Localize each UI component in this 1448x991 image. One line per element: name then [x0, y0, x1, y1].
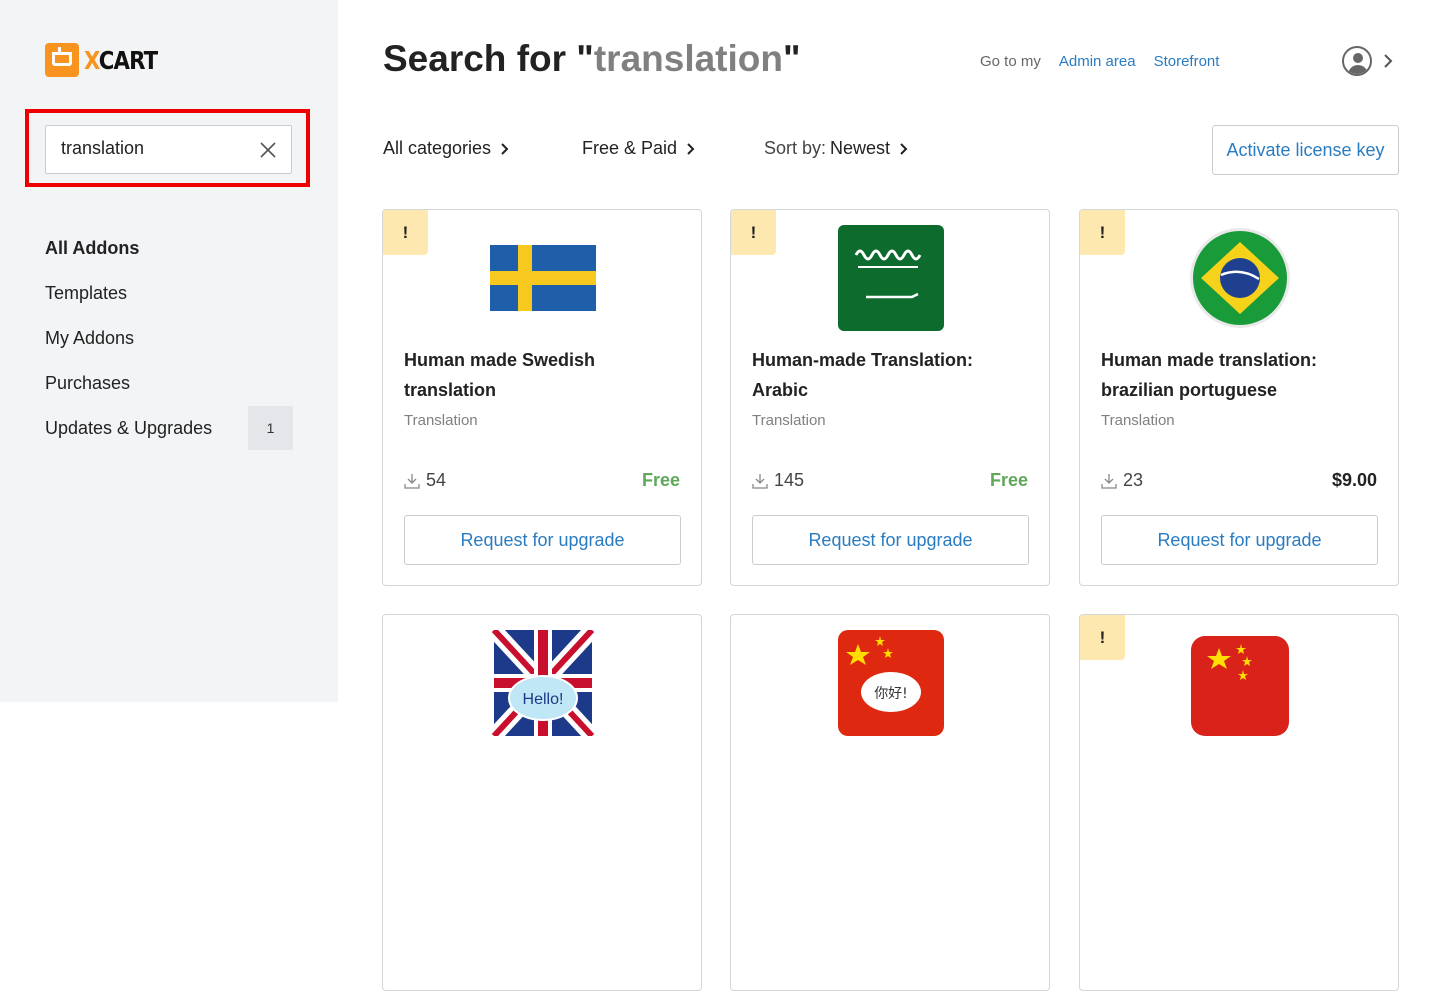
addon-card-chinese[interactable]: 你好!: [730, 614, 1050, 991]
categories-filter[interactable]: All categories: [383, 138, 510, 159]
warning-badge: !: [1080, 615, 1125, 660]
sidebar-nav: All Addons Templates My Addons Purchases…: [45, 226, 293, 451]
cart-logo-icon: [45, 43, 79, 77]
sidebar-item-all-addons[interactable]: All Addons: [45, 226, 293, 271]
sidebar-item-label: Updates & Upgrades: [45, 418, 213, 438]
addon-price: Free: [641, 470, 680, 490]
addon-card-brazilian-portuguese[interactable]: ! Human made translation: brazilian port…: [1079, 209, 1399, 586]
go-to-label: Go to my: [980, 53, 1041, 70]
search-input[interactable]: [61, 138, 241, 159]
chevron-right-icon[interactable]: [1381, 52, 1395, 70]
sidebar-item-templates[interactable]: Templates: [45, 271, 293, 316]
sort-filter[interactable]: Sort by: Newest: [764, 138, 909, 159]
svg-text:Hello!: Hello!: [523, 691, 564, 708]
warning-badge: !: [383, 210, 428, 255]
user-avatar-icon[interactable]: [1342, 46, 1372, 76]
search-box[interactable]: [45, 125, 292, 174]
updates-count-badge: 1: [248, 406, 293, 450]
warning-badge: !: [731, 210, 776, 255]
addon-card-english[interactable]: Hello!: [382, 614, 702, 991]
download-icon: [752, 473, 768, 489]
download-icon: [404, 473, 420, 489]
sidebar-item-label: Purchases: [45, 373, 131, 393]
page-title: Search for "translation": [383, 38, 801, 79]
xcart-logo[interactable]: XCART: [45, 43, 170, 77]
chevron-right-icon: [900, 142, 908, 155]
china-flag-icon: [1191, 636, 1289, 736]
sweden-flag-icon: [490, 245, 596, 311]
addon-category: Translation: [752, 412, 826, 429]
request-upgrade-button[interactable]: Request for upgrade: [752, 515, 1029, 565]
request-upgrade-button[interactable]: Request for upgrade: [1101, 515, 1378, 565]
brazil-flag-icon: [1190, 228, 1290, 328]
sidebar-item-label: Templates: [45, 283, 128, 303]
request-upgrade-button[interactable]: Request for upgrade: [404, 515, 681, 565]
china-flag-nihao-icon: 你好!: [838, 630, 944, 736]
clear-search-icon[interactable]: [259, 141, 277, 159]
addon-price: Free: [989, 470, 1028, 490]
warning-badge: !: [1080, 210, 1125, 255]
chevron-right-icon: [687, 142, 695, 155]
addon-card-swedish[interactable]: ! Human made Swedish translation Transla…: [382, 209, 702, 586]
sidebar-item-my-addons[interactable]: My Addons: [45, 316, 293, 361]
sidebar-item-label: My Addons: [45, 328, 135, 348]
addon-name[interactable]: Human-made Translation: Arabic: [752, 345, 1032, 405]
admin-area-link[interactable]: Admin area: [1059, 53, 1136, 70]
sidebar-item-label: All Addons: [45, 238, 140, 258]
download-count: 145: [752, 470, 804, 491]
svg-text:你好!: 你好!: [874, 686, 908, 702]
chevron-right-icon: [501, 142, 509, 155]
uk-flag-hello-icon: Hello!: [490, 630, 596, 736]
logo-text: XCART: [84, 45, 158, 75]
download-count: 23: [1101, 470, 1143, 491]
storefront-link[interactable]: Storefront: [1154, 53, 1220, 70]
addon-category: Translation: [404, 412, 478, 429]
addon-price: $9.00: [1331, 470, 1377, 490]
download-icon: [1101, 473, 1117, 489]
addon-name[interactable]: Human made translation: brazilian portug…: [1101, 345, 1381, 405]
pricing-filter[interactable]: Free & Paid: [582, 138, 696, 159]
sidebar-item-purchases[interactable]: Purchases: [45, 361, 293, 406]
addon-card-arabic[interactable]: ! Human-made Translation: Arabic Transla…: [730, 209, 1050, 586]
top-navigation: Go to my Admin area Storefront: [980, 53, 1219, 70]
sidebar: XCART All Addons Templates My Addons Pur…: [0, 0, 338, 702]
sidebar-item-updates-upgrades[interactable]: Updates & Upgrades 1: [45, 406, 293, 451]
addon-category: Translation: [1101, 412, 1175, 429]
activate-license-key-button[interactable]: Activate license key: [1212, 125, 1399, 175]
download-count: 54: [404, 470, 446, 491]
saudi-arabia-flag-icon: [838, 225, 944, 331]
addon-name[interactable]: Human made Swedish translation: [404, 345, 684, 405]
addon-card-chinese-2[interactable]: !: [1079, 614, 1399, 991]
